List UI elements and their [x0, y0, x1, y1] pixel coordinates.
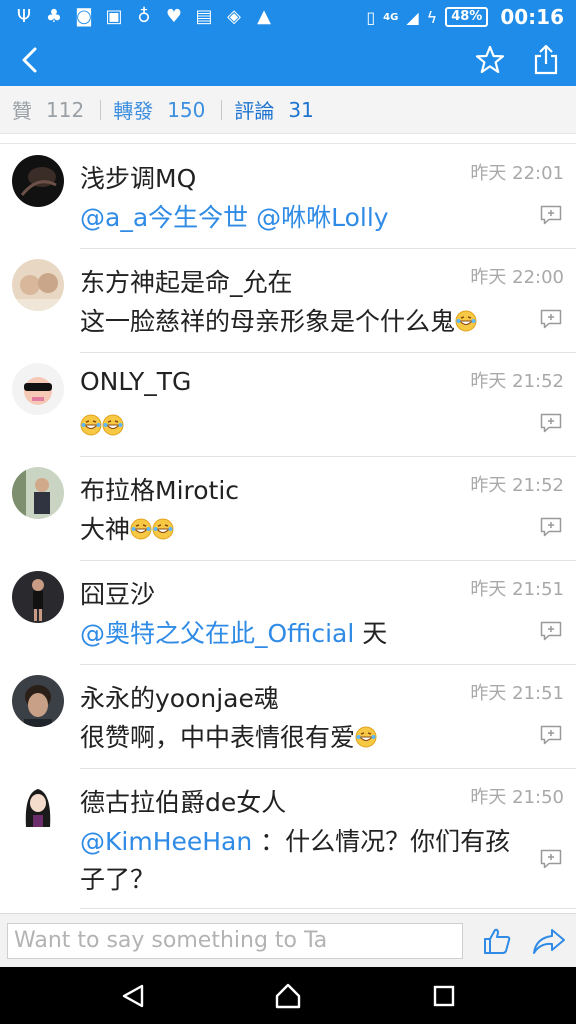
comment-text: @KimHeeHan ：什么情况？你们有孩子了？: [80, 823, 520, 899]
comment-item[interactable]: ONLY_TG 昨天 21:52: [0, 353, 576, 457]
comment-input-bar: Want to say something to Ta: [0, 913, 576, 967]
comment-time: 昨天 21:50: [470, 787, 564, 808]
comment-text: @奥特之父在此_Official 天: [80, 615, 520, 653]
comment-item[interactable]: 德古拉伯爵de女人 昨天 21:50 @KimHeeHan ：什么情况？你们有孩…: [0, 769, 576, 909]
comment-list: 浅步调MQ 昨天 22:01 @a_a今生今世 @咻咻Lolly 东方神起是命_…: [0, 145, 576, 913]
comment-author[interactable]: ONLY_TG: [80, 367, 191, 396]
comment-author[interactable]: 布拉格Mirotic: [80, 471, 239, 507]
comment-item[interactable]: 浅步调MQ 昨天 22:01 @a_a今生今世 @咻咻Lolly: [0, 145, 576, 249]
tab-reposts[interactable]: 轉發 150: [101, 95, 221, 124]
comment-input[interactable]: Want to say something to Ta: [7, 923, 463, 959]
comment-body: 很赞啊，中中表情很有爱: [80, 723, 356, 752]
comment-body: 这一脸慈祥的母亲形象是个什么鬼: [80, 307, 456, 336]
laughing-emoji-icon: [130, 518, 152, 540]
comments-count: 31: [288, 97, 314, 122]
comment-item[interactable]: 东方神起是命_允在 昨天 22:00 这一脸慈祥的母亲形象是个什么鬼: [0, 249, 576, 353]
action-bar: [0, 34, 576, 86]
comment-text: @a_a今生今世 @咻咻Lolly: [80, 199, 520, 237]
avatar[interactable]: [12, 571, 64, 623]
app-notification-icon: ♣: [45, 6, 63, 27]
mention-link[interactable]: @a_a今生今世 @咻咻Lolly: [80, 203, 389, 232]
laughing-emoji-icon: [455, 310, 477, 332]
laughing-emoji-icon: [80, 414, 102, 436]
zhihu-notification-icon: ◙: [75, 6, 93, 27]
reposts-label: 轉發: [113, 99, 154, 123]
charging-icon: ϟ: [426, 7, 438, 27]
image-icon: ▣: [105, 6, 123, 27]
heart-notification-icon: ♥: [165, 6, 183, 27]
comment-time: 昨天 22:01: [470, 163, 564, 184]
avatar[interactable]: [12, 675, 64, 727]
laughing-emoji-icon: [152, 518, 174, 540]
avatar[interactable]: [12, 155, 64, 207]
thumbs-up-icon[interactable]: [482, 926, 512, 956]
vibrate-icon: ▯: [366, 7, 376, 27]
comment-reply-icon[interactable]: [540, 413, 562, 433]
back-arrow-icon[interactable]: [14, 44, 46, 76]
comment-item[interactable]: 布拉格Mirotic 昨天 21:52 大神: [0, 457, 576, 561]
comment-body: 天: [354, 619, 388, 648]
avatar[interactable]: [12, 259, 64, 311]
forward-arrow-icon[interactable]: [532, 926, 566, 956]
comment-item[interactable]: 囧豆沙 昨天 21:51 @奥特之父在此_Official 天: [0, 561, 576, 665]
share-icon[interactable]: [530, 42, 562, 76]
comment-time: 昨天 21:51: [470, 683, 564, 704]
comment-body: 大神: [80, 515, 131, 544]
nav-home-icon[interactable]: [274, 982, 302, 1010]
laughing-emoji-icon: [355, 726, 377, 748]
comment-reply-icon[interactable]: [540, 849, 562, 869]
tab-likes[interactable]: 贊 112: [0, 95, 100, 124]
comment-text: [80, 407, 520, 445]
status-bar: Ψ ♣ ◙ ▣ ♁ ♥ ▤ ◈ ▲ ▯ 4G ◢ ϟ 48% 00:16: [0, 0, 576, 34]
clock: 00:16: [500, 5, 564, 29]
network-type: 4G: [383, 11, 399, 23]
comment-reply-icon[interactable]: [540, 725, 562, 745]
stats-bar: 贊 112 轉發 150 評論 31: [0, 86, 576, 134]
mention-link[interactable]: @奥特之父在此_Official: [80, 619, 354, 648]
nav-recent-icon[interactable]: [433, 985, 455, 1007]
comment-author[interactable]: 浅步调MQ: [80, 159, 196, 195]
system-nav-bar: [0, 967, 576, 1024]
comment-time: 昨天 21:52: [470, 475, 564, 496]
comment-reply-icon[interactable]: [540, 621, 562, 641]
comment-time: 昨天 21:51: [470, 579, 564, 600]
comment-author[interactable]: 东方神起是命_允在: [80, 263, 293, 299]
mention-link[interactable]: @KimHeeHan: [80, 827, 252, 856]
likes-count: 112: [46, 97, 85, 122]
wifi-notification-icon: ◈: [227, 6, 241, 27]
bulb-icon: ♁: [137, 6, 151, 27]
laughing-emoji-icon: [102, 414, 124, 436]
battery-level: 48%: [445, 7, 489, 27]
comment-author[interactable]: 囧豆沙: [80, 575, 155, 611]
avatar[interactable]: [12, 363, 64, 415]
tab-comments[interactable]: 評論 31: [222, 95, 329, 124]
usb-icon: Ψ: [16, 6, 32, 27]
comment-time: 昨天 22:00: [470, 267, 564, 288]
section-divider: [0, 135, 576, 144]
star-icon[interactable]: [474, 44, 506, 76]
comment-author[interactable]: 德古拉伯爵de女人: [80, 783, 286, 819]
avatar[interactable]: [12, 779, 64, 831]
comment-author[interactable]: 永永的yoonjae魂: [80, 679, 279, 715]
comment-reply-icon[interactable]: [540, 517, 562, 537]
reposts-count: 150: [167, 97, 206, 122]
avatar[interactable]: [12, 467, 64, 519]
warning-icon: ▲: [257, 6, 271, 27]
comment-reply-icon[interactable]: [540, 205, 562, 225]
likes-label: 贊: [12, 99, 32, 123]
comment-text: 大神: [80, 511, 520, 549]
comment-reply-icon[interactable]: [540, 309, 562, 329]
nav-back-icon[interactable]: [120, 983, 146, 1009]
comment-item[interactable]: 永永的yoonjae魂 昨天 21:51 很赞啊，中中表情很有爱: [0, 665, 576, 769]
notification-icons: Ψ ♣ ◙ ▣ ♁ ♥ ▤ ◈ ▲: [0, 8, 274, 26]
comment-text: 这一脸慈祥的母亲形象是个什么鬼: [80, 303, 520, 341]
comment-text: 很赞啊，中中表情很有爱: [80, 719, 520, 757]
comment-time: 昨天 21:52: [470, 371, 564, 392]
comments-label: 評論: [234, 99, 275, 123]
app2-notification-icon: ▤: [195, 6, 213, 27]
signal-icon: ◢: [406, 7, 419, 27]
